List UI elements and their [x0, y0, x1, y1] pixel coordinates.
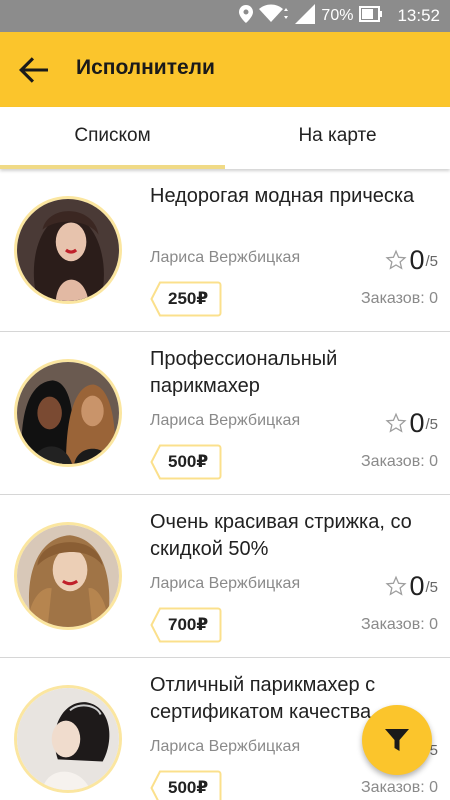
status-bar: 70% 13:52 — [0, 0, 450, 32]
rating-max: /5 — [425, 416, 438, 433]
avatar — [14, 359, 122, 467]
avatar — [14, 522, 122, 630]
star-outline-icon — [385, 412, 408, 433]
price: 700₽ — [168, 615, 209, 634]
orders-count: Заказов: 0 — [361, 616, 438, 633]
status-icons: 70% 13:52 — [239, 0, 440, 32]
app-bar: Исполнители — [0, 32, 450, 107]
orders-count: Заказов: 0 — [361, 453, 438, 470]
rating-value: 0 — [409, 571, 425, 601]
rating: 0 /5 — [385, 406, 438, 438]
tab-bar: Списком На карте — [0, 107, 450, 169]
battery-percent: 70% — [321, 7, 354, 24]
rating-max: /5 — [425, 579, 438, 596]
star-outline-icon — [385, 575, 408, 596]
rating-max: /5 — [425, 253, 438, 270]
list-item[interactable]: Недорогая модная прическа Лариса Вержбиц… — [0, 169, 450, 332]
page-title: Исполнители — [76, 56, 215, 79]
rating: 0 /5 — [385, 243, 438, 275]
filter-icon — [385, 729, 409, 751]
arrow-left-icon — [19, 57, 48, 83]
item-author: Лариса Вержбицкая — [150, 249, 301, 266]
rating-value: 0 — [409, 408, 425, 438]
avatar — [14, 685, 122, 793]
performer-list[interactable]: Недорогая модная прическа Лариса Вержбиц… — [0, 169, 450, 800]
wifi-icon — [259, 4, 289, 29]
price: 500₽ — [168, 452, 209, 471]
item-author: Лариса Вержбицкая — [150, 738, 301, 755]
tab-map[interactable]: На карте — [225, 107, 450, 169]
item-title: Профессиональный парикмахер — [150, 348, 338, 397]
avatar — [14, 196, 122, 304]
tab-list[interactable]: Списком — [0, 107, 225, 169]
rating: 0 /5 — [385, 569, 438, 601]
list-item[interactable]: Очень красивая стрижка, со скидкой 50% Л… — [0, 495, 450, 658]
filter-button[interactable] — [362, 705, 432, 775]
location-icon — [239, 4, 254, 28]
signal-icon — [295, 3, 316, 29]
orders-count: Заказов: 0 — [361, 779, 438, 796]
back-button[interactable] — [14, 50, 54, 90]
item-author: Лариса Вержбицкая — [150, 575, 301, 592]
list-item[interactable]: Профессиональный парикмахер Лариса Вержб… — [0, 332, 450, 495]
tab-indicator — [0, 165, 225, 169]
item-author: Лариса Вержбицкая — [150, 412, 301, 429]
price: 500₽ — [168, 778, 209, 797]
item-title: Очень красивая стрижка, со скидкой 50% — [150, 511, 412, 560]
battery-icon — [359, 5, 383, 27]
clock: 13:52 — [397, 6, 440, 25]
item-title: Недорогая модная прическа — [150, 185, 415, 207]
orders-count: Заказов: 0 — [361, 290, 438, 307]
rating-value: 0 — [409, 245, 425, 275]
star-outline-icon — [385, 249, 408, 270]
price: 250₽ — [168, 289, 209, 308]
